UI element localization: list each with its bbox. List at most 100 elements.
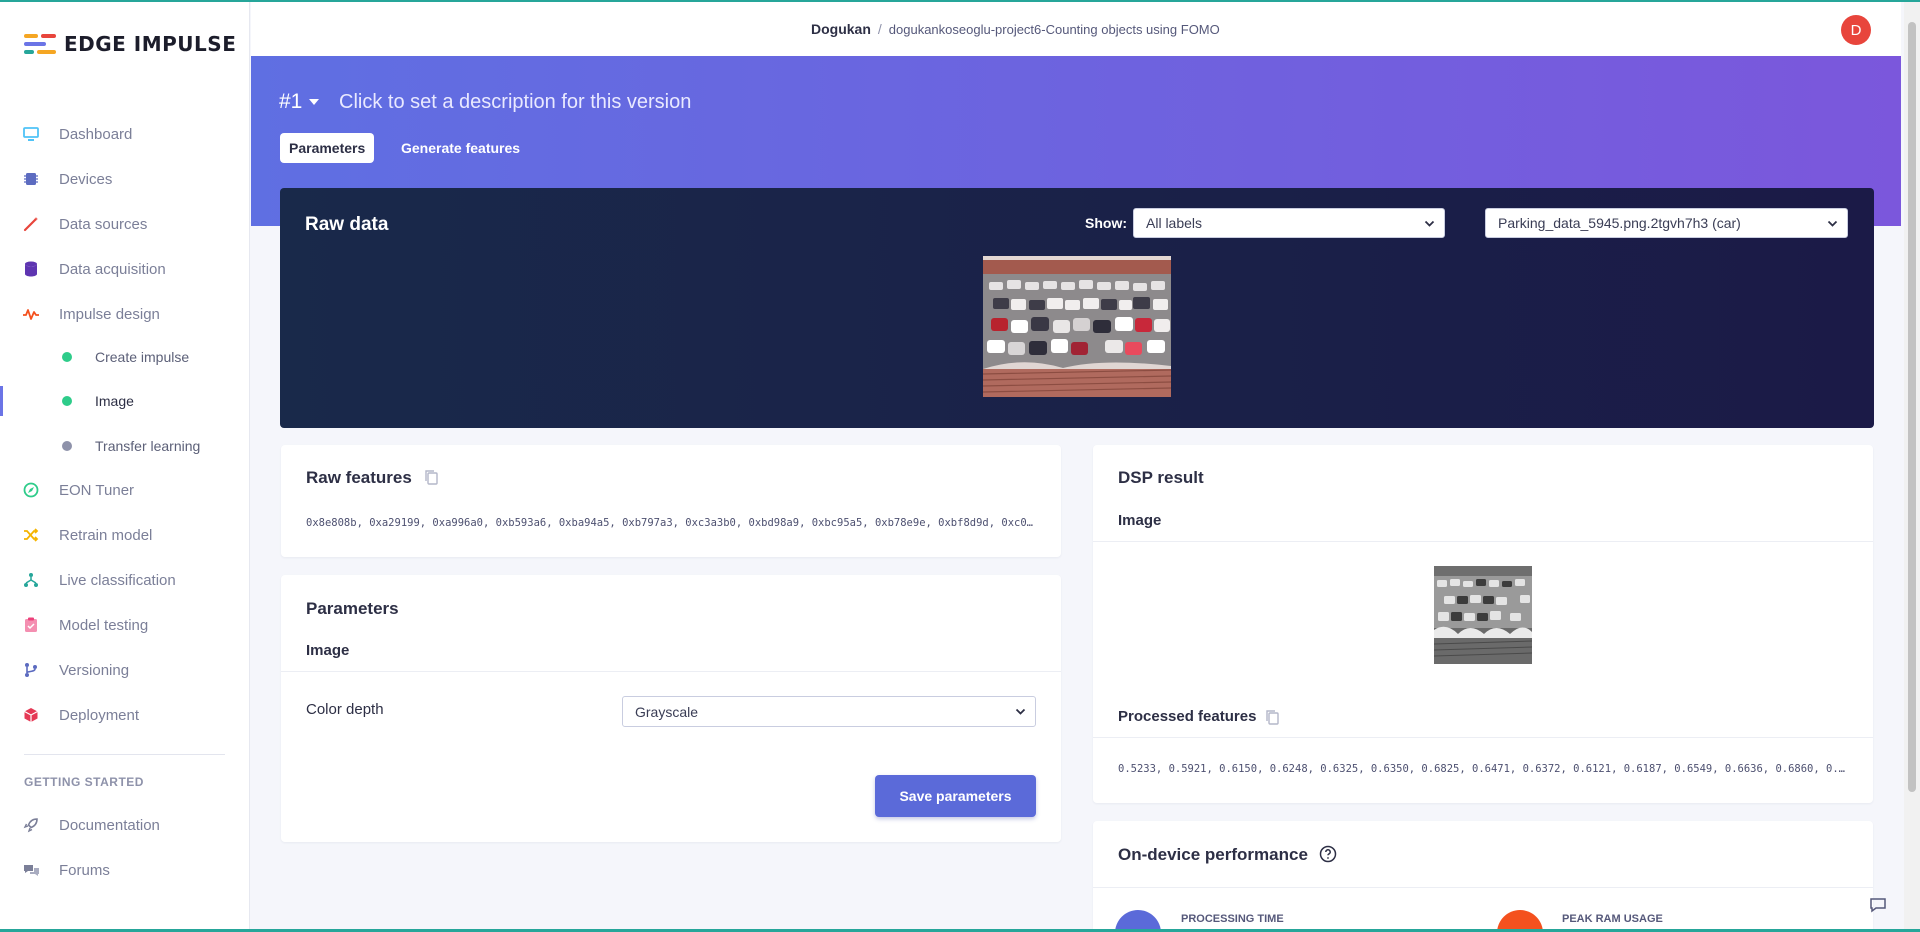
sidebar-item-model-testing[interactable]: Model testing xyxy=(0,608,249,642)
sidebar-item-deployment[interactable]: Deployment xyxy=(0,698,249,732)
sidebar-item-label: Live classification xyxy=(59,571,176,589)
sidebar-item-live-classification[interactable]: Live classification xyxy=(0,563,249,597)
tree-icon xyxy=(22,571,40,589)
sidebar-item-label: Data acquisition xyxy=(59,260,166,278)
sidebar-subitem-label: Image xyxy=(95,393,134,409)
copy-icon[interactable] xyxy=(424,469,439,486)
status-dot-icon xyxy=(62,441,72,451)
divider xyxy=(281,671,1061,672)
sidebar-item-dashboard[interactable]: Dashboard xyxy=(0,117,249,151)
divider xyxy=(1093,737,1873,738)
sidebar-subitem-label: Create impulse xyxy=(95,349,190,365)
raw-features-title: Raw features xyxy=(306,468,412,487)
pulse-icon xyxy=(22,305,40,323)
dsp-result-card: DSP result Image Processed features 0.52… xyxy=(1093,445,1873,803)
branch-icon xyxy=(22,661,40,679)
feedback-icon[interactable] xyxy=(1868,896,1888,914)
sidebar-subitem-create-impulse[interactable]: Create impulse xyxy=(0,342,249,372)
label-filter-select[interactable]: All labels xyxy=(1133,208,1445,238)
sidebar-item-label: Deployment xyxy=(59,706,140,724)
box-icon xyxy=(22,706,40,724)
processed-image xyxy=(1434,566,1532,664)
color-depth-label: Color depth xyxy=(306,701,384,718)
sidebar-item-label: Impulse design xyxy=(59,305,160,323)
sidebar-item-label: Data sources xyxy=(59,215,148,233)
sidebar-item-label: Forums xyxy=(59,861,110,879)
chevron-down-icon xyxy=(1827,220,1838,227)
scrollbar-thumb[interactable] xyxy=(1908,22,1916,792)
brand-name: EDGE IMPULSE xyxy=(64,32,237,56)
sidebar-divider xyxy=(24,754,225,755)
help-icon[interactable] xyxy=(1319,845,1337,863)
sidebar-subitem-transfer-learning[interactable]: Transfer learning xyxy=(0,431,249,461)
copy-icon[interactable] xyxy=(1265,709,1280,726)
sample-select-value: Parking_data_5945.png.2tgvh7h3 (car) xyxy=(1498,215,1741,231)
sidebar-item-retrain-model[interactable]: Retrain model xyxy=(0,518,249,552)
sidebar-item-eon-tuner[interactable]: EON Tuner xyxy=(0,473,249,507)
sidebar-item-label: Devices xyxy=(59,170,113,188)
processed-features-values: 0.5233, 0.5921, 0.6150, 0.6248, 0.6325, … xyxy=(1118,763,1848,775)
rocket-icon xyxy=(22,816,40,834)
tab-parameters[interactable]: Parameters xyxy=(280,133,375,163)
color-depth-value: Grayscale xyxy=(635,703,699,720)
sidebar-item-documentation[interactable]: Documentation xyxy=(0,808,249,842)
processing-time-label: PROCESSING TIME xyxy=(1181,913,1284,925)
dsp-image-subtitle: Image xyxy=(1118,512,1162,529)
status-dot-icon xyxy=(62,396,72,406)
status-dot-icon xyxy=(62,352,72,362)
sidebar-item-label: EON Tuner xyxy=(59,481,135,499)
breadcrumb: Dogukan / dogukankoseoglu-project6-Countin… xyxy=(811,21,1220,37)
label-filter-value: All labels xyxy=(1146,215,1203,231)
performance-title: On-device performance xyxy=(1118,845,1308,864)
logo[interactable]: EDGE IMPULSE xyxy=(24,32,236,56)
sidebar-item-versioning[interactable]: Versioning xyxy=(0,653,249,687)
parameters-card: Parameters Image Color depth Grayscale S… xyxy=(281,575,1061,842)
raw-features-card: Raw features 0x8e808b, 0xa29199, 0xa996a… xyxy=(281,445,1061,557)
compass-icon xyxy=(22,481,40,499)
sidebar-item-data-acquisition[interactable]: Data acquisition xyxy=(0,252,249,286)
tab-generate-features[interactable]: Generate features xyxy=(392,133,529,163)
section-title-getting-started: GETTING STARTED xyxy=(24,775,144,789)
processed-features-label: Processed features xyxy=(1118,708,1257,725)
parameters-subtitle: Image xyxy=(306,642,350,659)
divider xyxy=(1093,887,1873,888)
sidebar-item-label: Documentation xyxy=(59,816,160,834)
sidebar-item-forums[interactable]: Forums xyxy=(0,853,249,887)
sidebar-item-devices[interactable]: Devices xyxy=(0,162,249,196)
page-scrollbar[interactable] xyxy=(1904,2,1920,929)
divider xyxy=(1093,541,1873,542)
sidebar-item-label: Versioning xyxy=(59,661,130,679)
sidebar: EDGE IMPULSE Dashboard Devices Data sour… xyxy=(0,2,250,929)
sample-select[interactable]: Parking_data_5945.png.2tgvh7h3 (car) xyxy=(1485,208,1848,238)
sidebar-item-label: Retrain model xyxy=(59,526,153,544)
database-icon xyxy=(22,260,40,278)
version-description[interactable]: Click to set a description for this vers… xyxy=(339,91,691,114)
version-number: #1 xyxy=(279,90,303,113)
sidebar-subitem-image[interactable]: Image xyxy=(0,386,249,416)
version-dropdown[interactable]: #1 xyxy=(279,90,320,114)
sidebar-subitem-label: Transfer learning xyxy=(95,438,201,454)
chat-icon xyxy=(22,861,40,879)
breadcrumb-project[interactable]: dogukankoseoglu-project6-Counting object… xyxy=(889,22,1220,37)
sidebar-item-label: Dashboard xyxy=(59,125,133,143)
raw-data-panel: Raw data Show: All labels Parking_data_5… xyxy=(280,188,1874,428)
wand-icon xyxy=(22,215,40,233)
color-depth-select[interactable]: Grayscale xyxy=(622,696,1036,727)
clipboard-icon xyxy=(22,616,40,634)
peak-ram-label: PEAK RAM USAGE xyxy=(1562,913,1663,925)
breadcrumb-separator: / xyxy=(877,21,882,37)
chevron-down-icon xyxy=(1424,220,1435,227)
chip-icon xyxy=(22,170,40,188)
dsp-result-title: DSP result xyxy=(1118,468,1204,487)
sidebar-item-impulse-design[interactable]: Impulse design xyxy=(0,297,249,331)
caret-down-icon xyxy=(309,99,320,105)
sidebar-item-data-sources[interactable]: Data sources xyxy=(0,207,249,241)
show-label: Show: xyxy=(1085,215,1127,231)
raw-sample-image xyxy=(983,256,1171,397)
monitor-icon xyxy=(22,125,40,143)
save-parameters-button[interactable]: Save parameters xyxy=(875,775,1036,817)
avatar[interactable]: D xyxy=(1841,15,1871,45)
on-device-performance-card: On-device performance PROCESSING TIME PE… xyxy=(1093,821,1873,932)
breadcrumb-user[interactable]: Dogukan xyxy=(811,21,871,37)
shuffle-icon xyxy=(22,526,40,544)
